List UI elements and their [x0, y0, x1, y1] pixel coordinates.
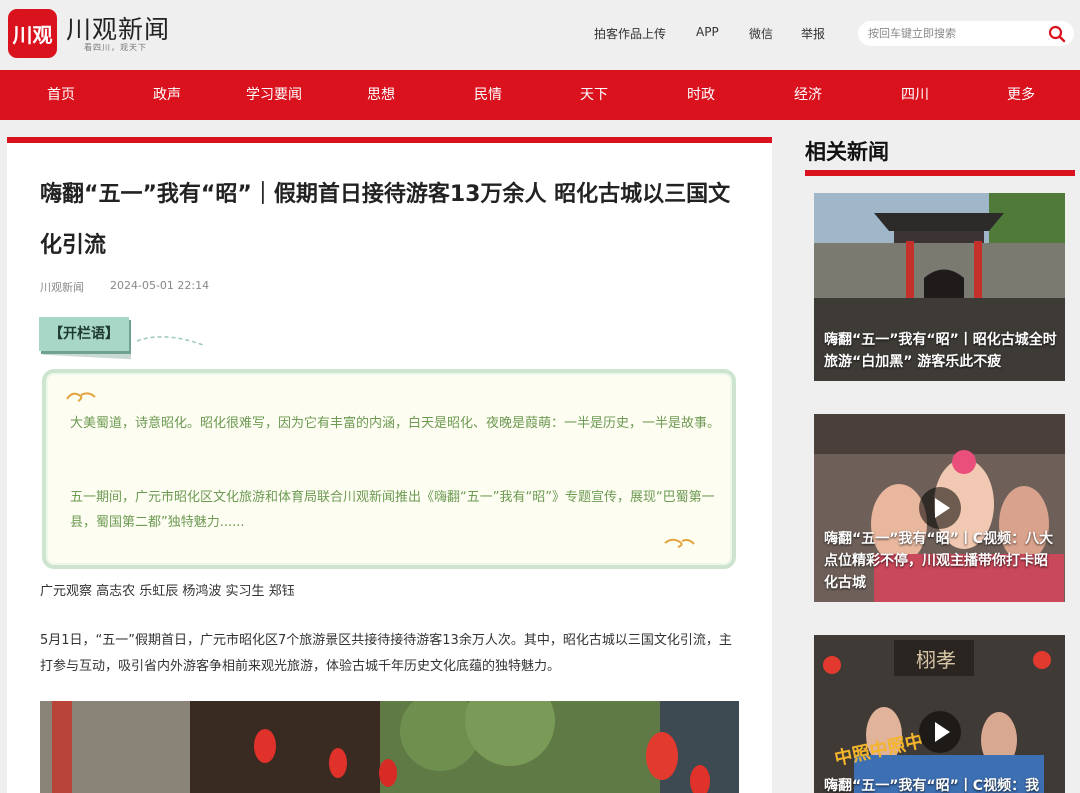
- site-header: 川观 川观新闻 看四川，观天下 拍客作品上传 APP 微信 举报: [0, 0, 1080, 70]
- cloud-ornament-icon: [66, 392, 96, 402]
- related-news-underline: [805, 170, 1075, 176]
- intro-paragraph-1: 大美蜀道，诗意昭化。昭化很难写，因为它有丰富的内涵，白天是昭化、夜晚是葭萌：一半…: [70, 416, 721, 431]
- search-input[interactable]: [868, 25, 1038, 42]
- article-photo: [40, 701, 739, 793]
- nav-item-world[interactable]: 天下: [580, 70, 608, 120]
- nav-item-thought[interactable]: 思想: [367, 70, 395, 120]
- intro-box: 大美蜀道，诗意昭化。昭化很难写，因为它有丰富的内涵，白天是昭化、夜晚是葭萌：一半…: [42, 369, 736, 569]
- dashed-swoosh-icon: [136, 336, 204, 346]
- site-slogan: 看四川，观天下: [84, 43, 147, 52]
- cloud-ornament-icon: [664, 538, 695, 548]
- logo-mark: 川观: [12, 23, 53, 47]
- article-authors: 广元观察 高志农 乐虹辰 杨鸿波 实习生 郑钰: [40, 584, 295, 599]
- related-news-caption: 嗨翻“五一”我有“昭”丨C视频：八大点位精彩不停，川观主播带你打卡昭化古城: [824, 531, 1054, 591]
- wechat-link[interactable]: 微信: [749, 25, 773, 42]
- related-news-card[interactable]: 嗨翻“五一”我有“昭”丨C视频：八大点位精彩不停，川观主播带你打卡昭化古城: [814, 414, 1065, 602]
- street-scene-image: [40, 701, 739, 793]
- article-panel: 嗨翻“五一”我有“昭”｜假期首日接待游客13万余人 昭化古城以三国文化引流 川观…: [7, 137, 772, 793]
- nav-item-current[interactable]: 时政: [687, 70, 715, 120]
- upload-link[interactable]: 拍客作品上传: [594, 25, 666, 42]
- column-tag: 【开栏语】: [39, 317, 129, 351]
- article-time: 2024-05-01 22:14: [110, 279, 210, 292]
- play-icon[interactable]: [919, 711, 961, 753]
- article-title: 嗨翻“五一”我有“昭”｜假期首日接待游客13万余人 昭化古城以三国文化引流: [40, 182, 731, 258]
- nav-item-more[interactable]: 更多: [1007, 70, 1035, 120]
- temple-sign-text: 栩孝: [916, 648, 956, 672]
- main-nav: 首页 政声 学习要闻 思想 民情 天下 时政 经济 四川 更多: [0, 70, 1080, 120]
- related-news-caption: 嗨翻“五一”我有“昭”丨昭化古城全时旅游“白加黑” 游客乐此不疲: [824, 332, 1057, 370]
- nav-item-home[interactable]: 首页: [47, 70, 75, 120]
- article-paragraph: 5月1日，“五一”假期首日，广元市昭化区7个旅游景区共接待接待游客13余万人次。…: [40, 633, 732, 674]
- app-link[interactable]: APP: [696, 25, 719, 39]
- report-link[interactable]: 举报: [801, 25, 825, 42]
- search-icon[interactable]: [1047, 24, 1067, 44]
- nav-item-politics[interactable]: 政声: [153, 70, 181, 120]
- play-icon[interactable]: [919, 487, 961, 529]
- site-name[interactable]: 川观新闻: [66, 10, 170, 46]
- article-source: 川观新闻: [40, 281, 84, 294]
- nav-item-sichuan[interactable]: 四川: [901, 70, 929, 120]
- related-news-card[interactable]: 嗨翻“五一”我有“昭”丨昭化古城全时旅游“白加黑” 游客乐此不疲: [814, 193, 1065, 381]
- search-box: [858, 21, 1074, 46]
- nav-item-people[interactable]: 民情: [474, 70, 502, 120]
- site-logo[interactable]: 川观: [8, 9, 57, 58]
- related-news-card[interactable]: 栩孝 中照中照中 嗨翻“五一”我有“昭”丨C视频：我: [814, 635, 1065, 793]
- related-news-caption: 嗨翻“五一”我有“昭”丨C视频：我: [824, 778, 1040, 793]
- nav-item-economy[interactable]: 经济: [794, 70, 822, 120]
- intro-paragraph-2: 五一期间，广元市昭化区文化旅游和体育局联合川观新闻推出《嗨翻“五一”我有“昭”》…: [70, 490, 715, 530]
- column-tag-block: 【开栏语】: [37, 315, 207, 361]
- nav-item-study[interactable]: 学习要闻: [246, 70, 302, 120]
- related-news-title: 相关新闻: [805, 140, 889, 164]
